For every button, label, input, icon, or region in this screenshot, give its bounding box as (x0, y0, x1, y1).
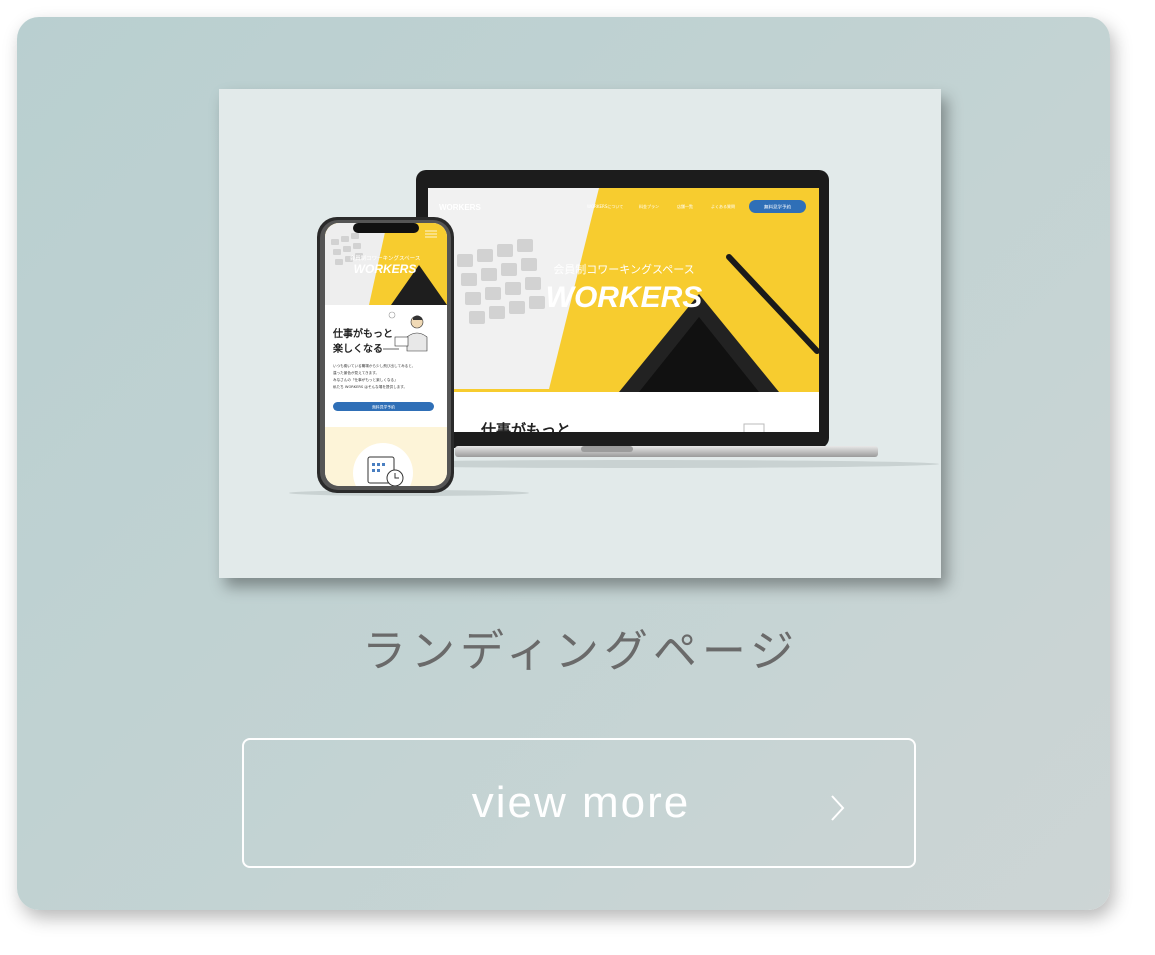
card-title: ランディングページ (361, 626, 800, 677)
laptop-hero-title: WORKERS (546, 281, 703, 314)
laptop-cta-label: 無料見学予約 (764, 204, 791, 211)
laptop-hero-sub: 会員制コワーキングスペース (553, 262, 694, 276)
phone-body-3: みなさんの「仕事がもっと楽しくなる」 (333, 377, 398, 382)
view-more-button[interactable]: view more (242, 738, 916, 868)
phone-hero-sub: 会員制コワーキングスペース (350, 254, 421, 262)
phone-cta-label: 無料見学予約 (372, 405, 395, 410)
phone-body-4: 私たち WORKERS はそんな場を提供します。 (333, 384, 407, 389)
lp-card[interactable]: WORKERS WORKERSについて 料金プラン 店舗一覧 よくある質問 無料… (17, 17, 1110, 910)
phone-heading-2: 楽しくなる (332, 342, 383, 355)
phone-heading-1: 仕事がもっと (332, 327, 393, 340)
laptop-nav-1: WORKERSについて (587, 204, 623, 209)
laptop-nav-3: 店舗一覧 (677, 203, 693, 209)
chevron-right-icon (831, 795, 845, 821)
view-more-label: view more (471, 778, 691, 827)
phone-body-2: 違った景色が見えてきます。 (333, 370, 379, 375)
laptop-nav-4: よくある質問 (711, 203, 735, 209)
device-mockup: WORKERS WORKERSについて 料金プラン 店舗一覧 よくある質問 無料… (289, 170, 939, 496)
phone-body-1: いつも働いている職場から少し飛び出してみると、 (333, 363, 415, 368)
phone-hero-title: WORKERS (354, 262, 417, 276)
laptop-logo: WORKERS (439, 203, 481, 212)
preview-image: WORKERS WORKERSについて 料金プラン 店舗一覧 よくある質問 無料… (219, 89, 941, 578)
laptop-nav-2: 料金プラン (639, 203, 659, 209)
